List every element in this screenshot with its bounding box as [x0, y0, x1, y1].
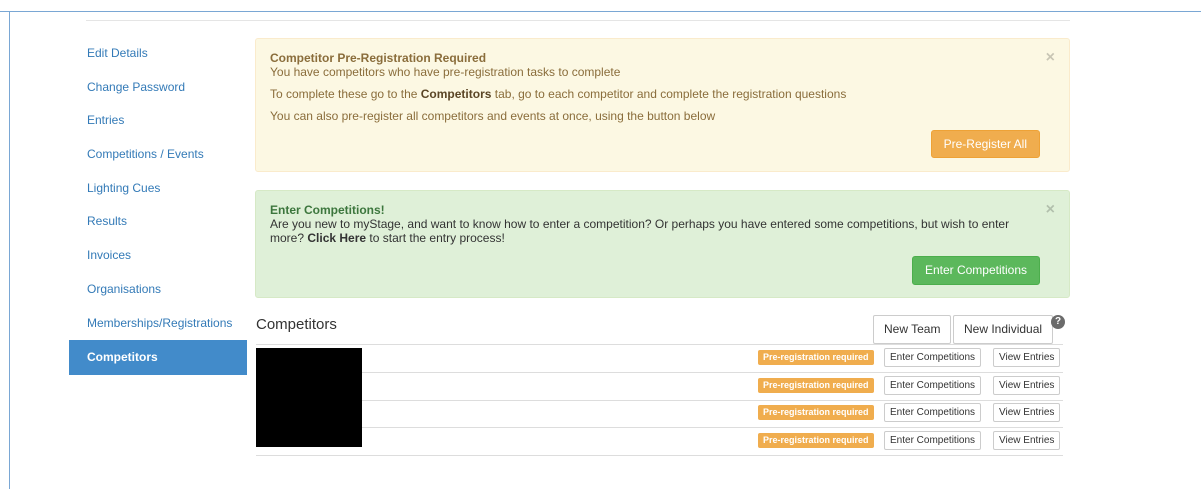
sidebar-item-invoices[interactable]: Invoices: [69, 239, 247, 273]
status-badge: Pre-registration required: [758, 405, 874, 420]
sidebar-item-competitions-events[interactable]: Competitions / Events: [69, 138, 247, 172]
sidebar-item-competitors[interactable]: Competitors: [69, 340, 247, 376]
sidebar-item-organisations[interactable]: Organisations: [69, 273, 247, 307]
alert-text: You can also pre-register all competitor…: [270, 109, 716, 123]
view-entries-button[interactable]: View Entries: [993, 403, 1061, 422]
click-here-link[interactable]: Click Here: [307, 231, 366, 245]
alert-title: Competitor Pre-Registration Required: [270, 51, 487, 65]
close-icon[interactable]: ×: [1046, 50, 1055, 66]
sidebar-item-change-password[interactable]: Change Password: [69, 71, 247, 105]
sidebar-item-entries[interactable]: Entries: [69, 104, 247, 138]
alert-text-part: to start the entry process!: [366, 231, 505, 245]
competitors-heading: Competitors: [256, 316, 337, 333]
close-icon[interactable]: ×: [1046, 202, 1055, 218]
table-row: Pre-registration required Enter Competit…: [256, 373, 1063, 401]
sidebar-item-memberships-registrations[interactable]: Memberships/Registrations: [69, 307, 247, 341]
alert-text-part: more?: [270, 231, 308, 245]
alert-text: To complete these go to the Competitors …: [270, 87, 1055, 101]
enter-competitions-button[interactable]: Enter Competitions: [911, 256, 1040, 285]
header-divider: [86, 20, 1070, 21]
competitors-tab-reference: Competitors: [420, 87, 492, 101]
window-top-border: [0, 11, 1201, 12]
window-left-border: [9, 11, 10, 489]
enter-competitions-row-button[interactable]: Enter Competitions: [884, 403, 982, 422]
new-individual-button[interactable]: New Individual: [953, 315, 1054, 344]
status-badge: Pre-registration required: [758, 433, 874, 448]
table-row: Pre-registration required Enter Competit…: [256, 345, 1063, 373]
enter-competitions-row-button[interactable]: Enter Competitions: [884, 348, 982, 367]
view-entries-button[interactable]: View Entries: [993, 376, 1061, 395]
alert-title: Enter Competitions!: [270, 203, 385, 217]
enter-competitions-row-button[interactable]: Enter Competitions: [884, 431, 982, 450]
alert-text: You have competitors who have pre-regist…: [270, 65, 621, 79]
view-entries-button[interactable]: View Entries: [993, 348, 1061, 367]
enter-competitions-row-button[interactable]: Enter Competitions: [884, 376, 982, 395]
alert-text-part: tab, go to each competitor and complete …: [491, 87, 847, 101]
preregistration-alert: × Competitor Pre-Registration Required Y…: [255, 38, 1070, 172]
status-badge: Pre-registration required: [758, 350, 874, 365]
alert-text: more? Click Here to start the entry proc…: [270, 231, 1055, 245]
view-entries-button[interactable]: View Entries: [993, 431, 1061, 450]
enter-competitions-alert: × Enter Competitions! Are you new to myS…: [255, 190, 1070, 298]
alert-text: Are you new to myStage, and want to know…: [270, 217, 1010, 231]
sidebar-nav: Edit Details Change Password Entries Com…: [69, 37, 247, 376]
sidebar-item-lighting-cues[interactable]: Lighting Cues: [69, 172, 247, 206]
table-row: Pre-registration required Enter Competit…: [256, 428, 1063, 456]
sidebar-item-results[interactable]: Results: [69, 205, 247, 239]
new-team-button[interactable]: New Team: [873, 315, 952, 344]
sidebar-item-edit-details[interactable]: Edit Details: [69, 37, 247, 71]
redacted-competitor-names: [256, 348, 362, 447]
pre-register-all-button[interactable]: Pre-Register All: [930, 130, 1040, 158]
help-icon[interactable]: ?: [1051, 315, 1065, 329]
table-row: Pre-registration required Enter Competit…: [256, 400, 1063, 428]
alert-text-part: To complete these go to the: [270, 87, 421, 101]
status-badge: Pre-registration required: [758, 378, 874, 393]
